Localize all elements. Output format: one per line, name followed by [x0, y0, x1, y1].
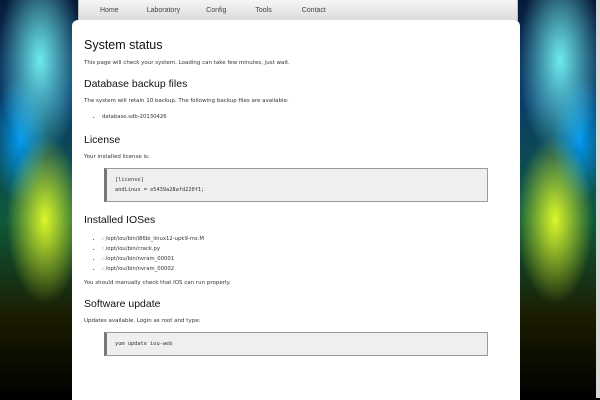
nav-config[interactable]: Config	[206, 7, 226, 14]
page-title: System status	[84, 38, 163, 52]
nav-tools[interactable]: Tools	[255, 7, 271, 14]
main-content: System status This page will check your …	[72, 20, 520, 400]
license-heading: License	[84, 134, 121, 146]
backup-heading: Database backup files	[84, 78, 188, 90]
update-text: Updates available. Login as root and typ…	[84, 318, 201, 324]
list-item: : /opt/iou/bin/i86bi_linux12-upk9-ms.M	[102, 234, 508, 244]
list-item: : /opt/iou/bin/nvram_00001	[102, 254, 508, 264]
license-code-block: [license] andLinux = e5439a28afd220f1;	[104, 168, 488, 202]
scrollbar[interactable]	[596, 0, 600, 398]
ios-list: : /opt/iou/bin/i86bi_linux12-upk9-ms.M :…	[84, 234, 508, 274]
backup-file-list: database.sdb-20130426	[84, 112, 508, 122]
nav-home[interactable]: Home	[100, 7, 119, 14]
ios-note: You should manually check that IOS can r…	[84, 280, 231, 286]
update-heading: Software update	[84, 298, 161, 310]
backup-text: The system will retain 10 backup. The fo…	[84, 98, 289, 104]
list-item: database.sdb-20130426	[102, 112, 508, 122]
list-item: : /opt/iou/bin/crack.py	[102, 244, 508, 254]
ioses-heading: Installed IOSes	[84, 214, 156, 226]
intro-text: This page will check your system. Loadin…	[84, 60, 290, 66]
update-code-block: yum update iou-web	[104, 332, 488, 356]
nav-laboratory[interactable]: Laboratory	[147, 7, 180, 14]
list-item: : /opt/iou/bin/nvram_00002	[102, 264, 508, 274]
nav-contact[interactable]: Contact	[302, 7, 326, 14]
top-navigation: Home Laboratory Config Tools Contact	[78, 0, 518, 21]
license-text: Your installed license is:	[84, 154, 150, 160]
